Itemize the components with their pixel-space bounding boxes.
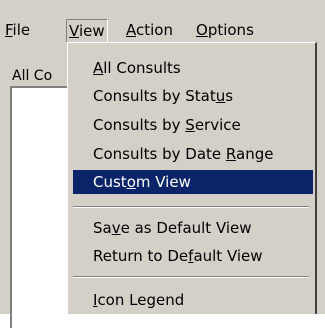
menu-options[interactable]: Options: [194, 19, 256, 41]
view-dropdown-menu: All Consults Consults by Status Consults…: [67, 42, 317, 314]
consults-list-box[interactable]: [10, 86, 72, 328]
menu-separator: [73, 276, 309, 278]
menu-item-consults-by-service[interactable]: Consults by Service: [73, 113, 313, 137]
menu-item-consults-by-date-range[interactable]: Consults by Date Range: [73, 142, 313, 166]
menu-item-save-as-default-view[interactable]: Save as Default View: [73, 216, 313, 240]
menu-item-return-to-default-view[interactable]: Return to Default View: [73, 244, 313, 268]
menu-item-icon-legend[interactable]: Icon Legend: [73, 288, 313, 312]
application-window: All Co File View Action Options All Cons…: [0, 0, 325, 328]
menu-action[interactable]: Action: [124, 19, 175, 41]
menu-item-custom-view[interactable]: Custom View: [73, 170, 313, 194]
menu-item-all-consults[interactable]: All Consults: [73, 56, 313, 80]
menu-item-consults-by-status[interactable]: Consults by Status: [73, 84, 313, 108]
menu-file[interactable]: File: [3, 19, 32, 41]
menu-separator: [73, 206, 309, 208]
all-consults-list-header: All Co: [12, 68, 53, 84]
menu-bar: File View Action Options: [0, 0, 325, 42]
menu-view[interactable]: View: [66, 19, 108, 42]
